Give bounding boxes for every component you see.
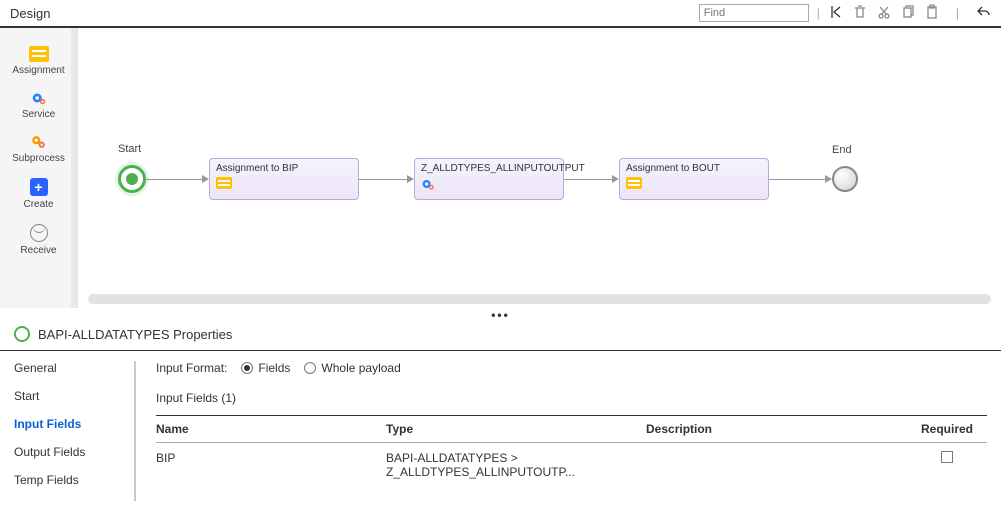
arrow (564, 175, 619, 183)
go-start-icon[interactable] (828, 4, 844, 23)
task-assignment-bip[interactable]: Assignment to BIP (209, 158, 359, 200)
radio-label: Fields (258, 361, 290, 375)
palette-assignment[interactable]: Assignment (0, 42, 77, 80)
col-required[interactable]: Required (907, 422, 987, 436)
assignment-icon (216, 177, 232, 189)
vertical-separator (134, 361, 136, 501)
task-title: Assignment to BOUT (626, 163, 762, 174)
splitter-dots-icon: ••• (491, 308, 510, 322)
palette: Assignment Service Subprocess + Create R… (0, 28, 78, 308)
radio-label: Whole payload (321, 361, 400, 375)
arrow (769, 175, 832, 183)
tab-general[interactable]: General (14, 361, 114, 375)
col-description[interactable]: Description (646, 422, 907, 436)
radio-whole-payload[interactable]: Whole payload (304, 361, 400, 375)
paste-icon[interactable] (924, 4, 940, 23)
task-assignment-bout[interactable]: Assignment to BOUT (619, 158, 769, 200)
service-icon (421, 176, 437, 195)
palette-receive[interactable]: Receive (0, 220, 77, 260)
arrow (146, 175, 209, 183)
palette-label: Subprocess (12, 153, 65, 164)
tab-start[interactable]: Start (14, 389, 114, 403)
cell-required (907, 451, 987, 479)
start-node[interactable]: Start (118, 165, 146, 193)
palette-label: Receive (20, 245, 56, 256)
cell-type: BAPI-ALLDATATYPES > Z_ALLDTYPES_ALLINPUT… (386, 451, 646, 479)
grid-header: Name Type Description Required (156, 415, 987, 443)
properties-title: BAPI-ALLDATATYPES Properties (38, 327, 232, 342)
palette-create[interactable]: + Create (0, 174, 77, 214)
properties-body: General Start Input Fields Output Fields… (0, 351, 1001, 511)
tab-output-fields[interactable]: Output Fields (14, 445, 114, 459)
cell-name: BIP (156, 451, 386, 479)
header: Design | | (0, 0, 1001, 28)
input-format-label: Input Format: (156, 361, 227, 375)
splitter[interactable]: ••• (0, 308, 1001, 322)
end-node[interactable]: End (832, 166, 858, 192)
tab-temp-fields[interactable]: Temp Fields (14, 473, 114, 487)
radio-icon (241, 362, 253, 374)
delete-icon[interactable] (852, 4, 868, 23)
input-format-row: Input Format: Fields Whole payload (156, 361, 987, 375)
canvas[interactable]: Start Assignment to BIP Z_ALLDTYPES_ALLI… (78, 28, 1001, 308)
start-circle-icon (118, 165, 146, 193)
end-label: End (832, 144, 852, 156)
task-title: Assignment to BIP (216, 163, 352, 174)
copy-icon[interactable] (900, 4, 916, 23)
subprocess-icon (29, 134, 49, 150)
flow: Start Assignment to BIP Z_ALLDTYPES_ALLI… (118, 158, 961, 200)
design-area: Assignment Service Subprocess + Create R… (0, 28, 1001, 308)
palette-subprocess[interactable]: Subprocess (0, 130, 77, 168)
arrow (359, 175, 414, 183)
find-input[interactable] (699, 4, 809, 22)
radio-fields[interactable]: Fields (241, 361, 290, 375)
properties-header: BAPI-ALLDATATYPES Properties (0, 322, 1001, 351)
start-label: Start (118, 143, 141, 155)
assignment-icon (626, 177, 642, 189)
col-name[interactable]: Name (156, 422, 386, 436)
task-title: Z_ALLDTYPES_ALLINPUTOUTPUT (421, 163, 557, 174)
horizontal-scrollbar[interactable] (88, 294, 991, 304)
undo-icon[interactable] (975, 4, 991, 23)
palette-label: Create (23, 199, 53, 210)
properties-tabs: General Start Input Fields Output Fields… (14, 361, 114, 501)
checkbox-icon[interactable] (941, 451, 953, 463)
process-icon (14, 326, 30, 342)
palette-service[interactable]: Service (0, 86, 77, 124)
radio-icon (304, 362, 316, 374)
tab-input-fields[interactable]: Input Fields (14, 417, 114, 431)
palette-label: Assignment (12, 65, 64, 76)
task-service-zalldtypes[interactable]: Z_ALLDTYPES_ALLINPUTOUTPUT (414, 158, 564, 200)
toolbar: | (828, 4, 991, 23)
cut-icon[interactable] (876, 4, 892, 23)
assignment-icon (29, 46, 49, 62)
end-circle-icon (832, 166, 858, 192)
service-icon (29, 90, 49, 106)
properties-panel: Input Format: Fields Whole payload Input… (156, 361, 987, 501)
palette-grip[interactable] (71, 28, 77, 308)
receive-icon (30, 224, 48, 242)
create-icon: + (30, 178, 48, 196)
page-title: Design (10, 6, 50, 21)
separator: | (817, 6, 820, 20)
separator: | (956, 6, 959, 20)
palette-label: Service (22, 109, 55, 120)
grid-title: Input Fields (1) (156, 391, 987, 405)
cell-description (646, 451, 907, 479)
table-row[interactable]: BIP BAPI-ALLDATATYPES > Z_ALLDTYPES_ALLI… (156, 443, 987, 487)
col-type[interactable]: Type (386, 422, 646, 436)
